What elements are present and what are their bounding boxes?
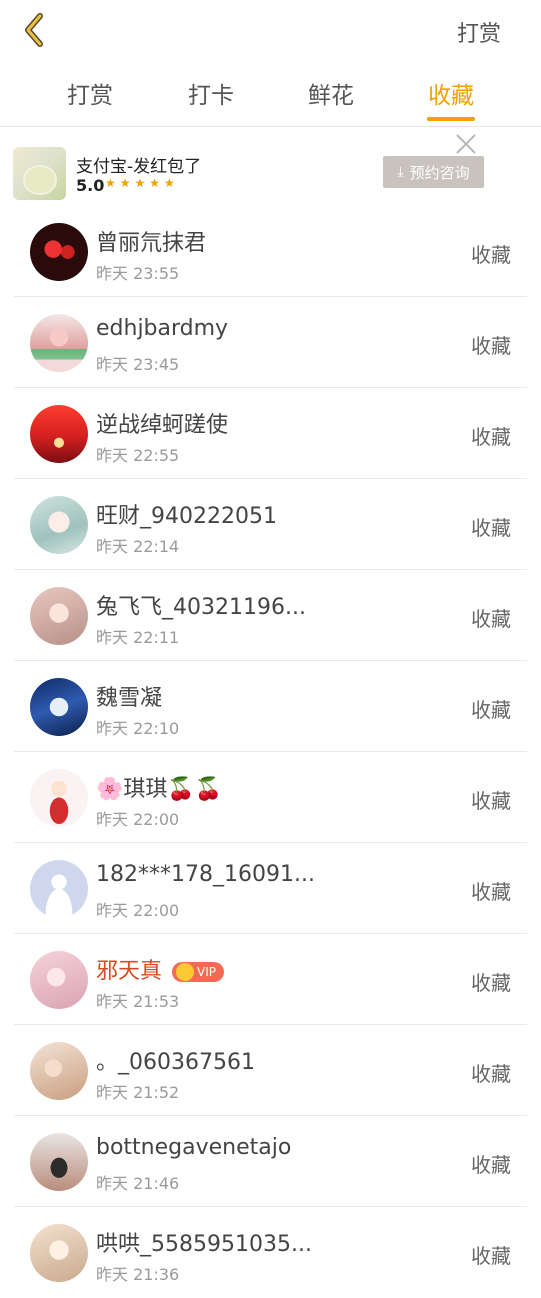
download-icon: ⤓	[397, 164, 404, 180]
timestamp: 昨天 22:10	[96, 719, 180, 738]
top-bar: 打赏	[0, 0, 541, 64]
timestamp: 昨天 21:52	[96, 1083, 180, 1102]
action-label: 收藏	[471, 880, 511, 904]
tab-bar: 打赏 打卡 鲜花 收藏	[0, 70, 541, 127]
action-label: 收藏	[471, 425, 511, 449]
action-label: 收藏	[471, 789, 511, 813]
list-item[interactable]: 哄哄_5585951035... 昨天 21:36 收藏	[0, 1207, 541, 1298]
vip-badge-label: VIP	[197, 965, 216, 979]
user-name-vip: 邪天真 VIP	[96, 953, 224, 985]
action-label: 收藏	[471, 243, 511, 267]
user-name: 🌸琪琪🍒🍒	[96, 777, 223, 802]
list-item[interactable]: 邪天真 VIP 昨天 21:53 收藏	[0, 934, 541, 1025]
list-item[interactable]: 。_060367561 昨天 21:52 收藏	[0, 1025, 541, 1116]
close-icon[interactable]	[454, 132, 478, 156]
action-label: 收藏	[471, 698, 511, 722]
action-label: 收藏	[471, 971, 511, 995]
ad-consult-button[interactable]: ⤓ 预约咨询	[383, 156, 484, 188]
vip-user-name: 邪天真	[96, 959, 163, 984]
ad-title: 支付宝-发红包了	[76, 157, 202, 177]
action-label: 收藏	[471, 516, 511, 540]
avatar[interactable]	[30, 496, 88, 554]
list-item[interactable]: bottnegavenetajo 昨天 21:46 收藏	[0, 1116, 541, 1207]
tab-checkin[interactable]: 打卡	[166, 76, 256, 110]
timestamp: 昨天 21:53	[96, 992, 180, 1011]
user-name: 。_060367561	[96, 1050, 255, 1075]
reward-button[interactable]: 打赏	[457, 16, 501, 48]
tab-favorites[interactable]: 收藏	[406, 76, 496, 110]
action-label: 收藏	[471, 1153, 511, 1177]
timestamp: 昨天 22:00	[96, 810, 180, 829]
timestamp: 昨天 21:36	[96, 1265, 180, 1284]
action-label: 收藏	[471, 607, 511, 631]
user-name: 兔飞飞_40321196...	[96, 595, 306, 620]
crown-icon	[176, 963, 195, 981]
ad-banner[interactable]: 支付宝-发红包了 5.0 ★★★★★ ⤓ 预约咨询	[0, 128, 541, 208]
list-item[interactable]: 兔飞飞_40321196... 昨天 22:11 收藏	[0, 570, 541, 661]
list-item[interactable]: edhjbardmy 昨天 23:45 收藏	[0, 297, 541, 388]
user-name: edhjbardmy	[96, 316, 229, 341]
avatar[interactable]	[30, 314, 88, 372]
avatar[interactable]	[30, 1042, 88, 1100]
list-item[interactable]: 🌸琪琪🍒🍒 昨天 22:00 收藏	[0, 752, 541, 843]
avatar[interactable]	[30, 1133, 88, 1191]
user-name: 曾丽氘抹君	[96, 231, 207, 256]
timestamp: 昨天 22:55	[96, 446, 180, 465]
user-name: 哄哄_5585951035...	[96, 1232, 312, 1257]
action-label: 收藏	[471, 1244, 511, 1268]
chevron-left-icon	[25, 13, 43, 47]
list-item[interactable]: 魏雪凝昨天 22:10 收藏	[0, 661, 541, 752]
timestamp: 昨天 23:55	[96, 264, 180, 283]
avatar[interactable]	[30, 405, 88, 463]
avatar[interactable]	[30, 587, 88, 645]
avatar[interactable]	[30, 951, 88, 1009]
list-item[interactable]: 182***178_16091... 昨天 22:00 收藏	[0, 843, 541, 934]
list-item[interactable]: 逆战绰蚵蹉使昨天 22:55 收藏	[0, 388, 541, 479]
timestamp: 昨天 22:11	[96, 628, 180, 647]
user-name: bottnegavenetajo	[96, 1135, 292, 1160]
favorites-list: 曾丽氘抹君昨天 23:55 收藏 edhjbardmy 昨天 23:45 收藏 逆战绰…	[0, 206, 541, 1298]
timestamp: 昨天 22:14	[96, 537, 180, 556]
avatar[interactable]	[30, 1224, 88, 1282]
tab-reward[interactable]: 打赏	[45, 76, 135, 110]
action-label: 收藏	[471, 334, 511, 358]
vip-badge: VIP	[172, 962, 224, 982]
avatar[interactable]	[30, 769, 88, 827]
active-tab-indicator	[427, 117, 475, 121]
timestamp: 昨天 23:45	[96, 355, 180, 374]
user-name: 182***178_16091...	[96, 862, 315, 887]
avatar[interactable]	[30, 678, 88, 736]
list-item[interactable]: 旺财_940222051 昨天 22:14 收藏	[0, 479, 541, 570]
list-item[interactable]: 曾丽氘抹君昨天 23:55 收藏	[0, 206, 541, 297]
star-rating-icon: ★★★★★	[105, 176, 179, 190]
ad-thumbnail	[13, 147, 66, 200]
tab-flowers[interactable]: 鲜花	[286, 76, 376, 110]
timestamp: 昨天 21:46	[96, 1174, 180, 1193]
action-label: 收藏	[471, 1062, 511, 1086]
back-button[interactable]	[16, 10, 56, 50]
ad-rating: 5.0	[76, 176, 105, 195]
avatar[interactable]	[30, 860, 88, 918]
user-name: 旺财_940222051	[96, 504, 277, 529]
avatar[interactable]	[30, 223, 88, 281]
user-name: 魏雪凝	[96, 686, 163, 711]
ad-button-label: 预约咨询	[409, 163, 470, 182]
timestamp: 昨天 22:00	[96, 901, 180, 920]
user-name: 逆战绰蚵蹉使	[96, 413, 229, 438]
